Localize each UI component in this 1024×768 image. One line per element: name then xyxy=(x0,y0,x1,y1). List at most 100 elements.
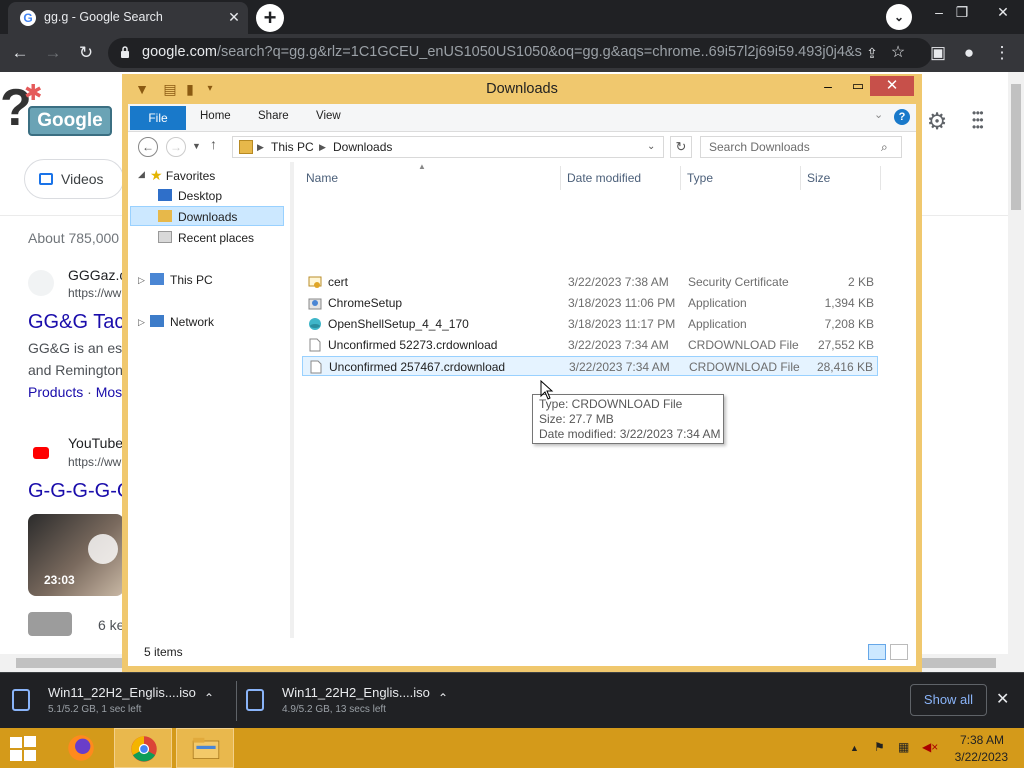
file-type: Application xyxy=(688,317,747,331)
details-view-icon[interactable] xyxy=(868,644,886,660)
up-arrow-icon[interactable]: ↑ xyxy=(210,136,217,152)
column-divider[interactable] xyxy=(680,166,681,190)
file-name: Unconfirmed 52273.crdownload xyxy=(328,338,498,352)
sitelink-products[interactable]: Products xyxy=(28,384,83,400)
side-panel-icon[interactable]: ▣ xyxy=(926,41,950,65)
download-item[interactable]: Win11_22H2_Englis....iso 4.9/5.2 GB, 13 … xyxy=(234,679,454,723)
back-icon[interactable]: ← xyxy=(8,41,32,65)
column-type[interactable]: Type xyxy=(687,171,713,185)
video-thumbnail[interactable]: 23:03 xyxy=(28,514,124,596)
file-row[interactable]: OpenShellSetup_4_4_170 3/18/2023 11:17 P… xyxy=(302,314,878,334)
page-vertical-scrollbar[interactable] xyxy=(1008,72,1024,672)
explorer-maximize-icon[interactable]: ▭ xyxy=(846,78,870,96)
start-button-windows-icon[interactable] xyxy=(8,736,38,762)
google-apps-grid-icon[interactable]: ••• ••• ••• xyxy=(972,107,996,134)
address-bar[interactable]: google.com/search?q=gg.g&rlz=1C1GCEU_enU… xyxy=(108,38,932,68)
key-moment-thumbnail[interactable] xyxy=(28,612,72,636)
forward-arrow-icon[interactable]: → xyxy=(166,137,186,157)
tab-title: gg.g - Google Search xyxy=(44,10,163,24)
taskbar-firefox[interactable] xyxy=(52,728,110,768)
forward-icon[interactable]: → xyxy=(41,41,65,65)
show-all-downloads-button[interactable]: Show all xyxy=(910,684,987,716)
back-arrow-icon[interactable]: ← xyxy=(138,137,158,157)
column-size[interactable]: Size xyxy=(807,171,830,185)
tab-close-icon[interactable]: ✕ xyxy=(226,9,242,25)
nav-desktop[interactable]: Desktop xyxy=(158,186,222,206)
file-size: 2 KB xyxy=(847,275,874,289)
nav-label: Desktop xyxy=(178,189,223,203)
column-divider[interactable] xyxy=(560,166,561,190)
browser-tab[interactable]: G gg.g - Google Search ✕ xyxy=(8,2,248,34)
window-close-icon[interactable]: ✕ xyxy=(988,2,1018,24)
explorer-minimize-icon[interactable]: – xyxy=(816,78,840,96)
nav-recent-places[interactable]: Recent places xyxy=(158,228,254,248)
download-status: 4.9/5.2 GB, 13 secs left xyxy=(282,704,386,715)
settings-gear-icon[interactable]: ⚙ xyxy=(924,108,950,134)
show-hidden-icons-icon[interactable]: ▲ xyxy=(850,743,859,753)
collapse-arrow-icon[interactable]: ◢ xyxy=(138,169,145,180)
column-date-modified[interactable]: Date modified xyxy=(567,171,641,185)
ribbon-tab-home[interactable]: Home xyxy=(200,110,231,122)
large-icons-view-icon[interactable] xyxy=(890,644,908,660)
download-status: 5.1/5.2 GB, 1 sec left xyxy=(48,704,142,715)
column-name[interactable]: Name xyxy=(306,171,338,185)
share-icon[interactable]: ⇪ xyxy=(860,41,884,65)
refresh-icon[interactable]: ↻ xyxy=(670,136,692,158)
column-divider[interactable] xyxy=(800,166,801,190)
network-tray-icon[interactable]: ▦ xyxy=(898,740,909,754)
ribbon-tab-share[interactable]: Share xyxy=(258,110,289,122)
taskbar-chrome[interactable] xyxy=(114,728,172,768)
nav-favorites[interactable]: ★ Favorites xyxy=(150,165,215,185)
file-row[interactable]: ChromeSetup 3/18/2023 11:06 PM Applicati… xyxy=(302,293,878,313)
address-history-chevron-icon[interactable]: ⌄ xyxy=(647,141,655,152)
file-date: 3/18/2023 11:06 PM xyxy=(568,296,676,310)
folder-icon xyxy=(239,140,253,154)
taskbar-file-explorer[interactable] xyxy=(176,728,234,768)
scrollbar-thumb[interactable] xyxy=(1011,84,1021,210)
explorer-title-bar[interactable]: ▼ ▤ ▮ ▾ Downloads – ▭ ✕ xyxy=(122,74,922,104)
file-row-hovered[interactable]: Unconfirmed 257467.crdownload 3/22/2023 … xyxy=(302,356,878,376)
expand-arrow-icon[interactable]: ▷ xyxy=(138,275,145,286)
recent-locations-icon[interactable]: ▼ xyxy=(192,141,201,151)
address-breadcrumb[interactable]: ▶ This PC ▶ Downloads ⌄ xyxy=(232,136,664,158)
nav-label: Downloads xyxy=(178,210,238,224)
download-menu-chevron-icon[interactable]: ⌃ xyxy=(204,691,214,705)
expand-arrow-icon[interactable]: ▷ xyxy=(138,317,145,328)
result-title-link[interactable]: G-G-G-G-G xyxy=(28,480,132,503)
nav-downloads[interactable]: Downloads xyxy=(130,206,284,226)
new-tab-button[interactable]: + xyxy=(256,4,284,32)
videos-filter-chip[interactable]: Videos xyxy=(24,159,124,199)
chrome-menu-icon[interactable]: ⋮ xyxy=(990,41,1014,65)
file-row[interactable]: Unconfirmed 52273.crdownload 3/22/2023 7… xyxy=(302,335,878,355)
volume-muted-icon[interactable]: ◀× xyxy=(922,740,938,754)
download-menu-chevron-icon[interactable]: ⌃ xyxy=(438,691,448,705)
reload-icon[interactable]: ↻ xyxy=(74,41,98,65)
download-item[interactable]: Win11_22H2_Englis....iso 5.1/5.2 GB, 1 s… xyxy=(0,679,220,723)
tab-search-button[interactable]: ⌄ xyxy=(886,4,912,30)
close-shelf-icon[interactable]: ✕ xyxy=(996,689,1009,709)
result-title-link[interactable]: GG&G Tact xyxy=(28,311,130,334)
restore-icon[interactable]: ❐ xyxy=(947,2,977,24)
clock-date[interactable]: 3/22/2023 xyxy=(950,750,1008,764)
expand-ribbon-icon[interactable]: ⌄ xyxy=(874,108,883,121)
explorer-close-button[interactable]: ✕ xyxy=(870,76,914,96)
key-moments-label: 6 ke xyxy=(98,617,125,633)
nav-this-pc[interactable]: This PC xyxy=(150,270,213,290)
ribbon-tab-view[interactable]: View xyxy=(316,110,341,122)
column-divider[interactable] xyxy=(880,166,881,190)
nav-network[interactable]: Network xyxy=(150,312,214,332)
profile-avatar[interactable]: ● xyxy=(957,41,981,65)
sitelink-more[interactable]: Mos xyxy=(96,384,122,400)
google-doodle-logo[interactable]: Google xyxy=(28,106,112,136)
breadcrumb-chevron-icon[interactable]: ▶ xyxy=(257,142,264,153)
help-icon[interactable]: ? xyxy=(894,109,910,125)
breadcrumb-chevron-icon[interactable]: ▶ xyxy=(319,142,326,153)
action-center-flag-icon[interactable]: ⚑ xyxy=(874,740,885,754)
search-downloads-input[interactable]: Search Downloads ⌕ xyxy=(700,136,902,158)
clock-time[interactable]: 7:38 AM xyxy=(956,733,1004,747)
bookmark-star-icon[interactable]: ☆ xyxy=(886,41,910,65)
file-row[interactable]: cert 3/22/2023 7:38 AM Security Certific… xyxy=(302,272,878,292)
breadcrumb-this-pc[interactable]: This PC xyxy=(271,140,314,154)
breadcrumb-downloads[interactable]: Downloads xyxy=(333,140,392,154)
ribbon-tab-file[interactable]: File xyxy=(130,106,186,130)
